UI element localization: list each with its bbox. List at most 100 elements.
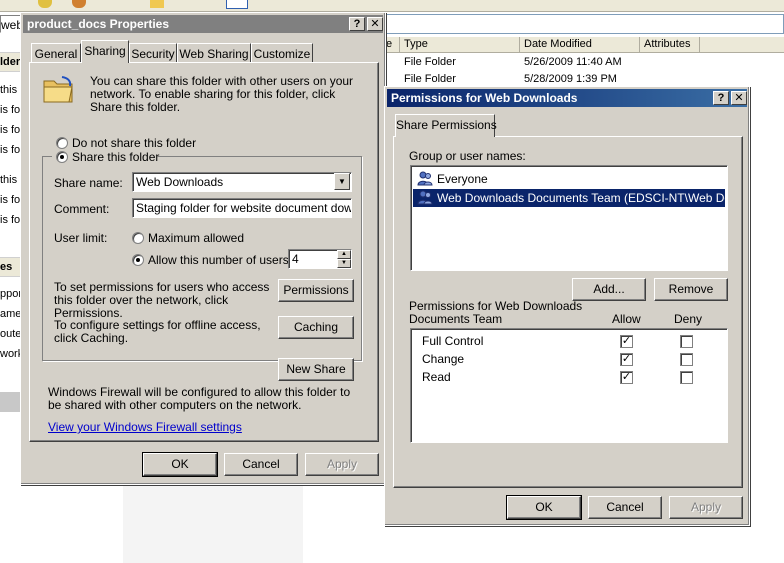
comment-field[interactable]: Staging folder for website document down… bbox=[132, 198, 352, 218]
address-bar[interactable] bbox=[382, 14, 784, 34]
ok-button[interactable]: OK bbox=[142, 452, 218, 477]
sidebar-item[interactable]: oute bbox=[0, 328, 22, 340]
maximum-allowed-radio[interactable] bbox=[132, 232, 144, 244]
user-name: Everyone bbox=[437, 172, 488, 186]
share-this-folder-label[interactable]: Share this folder bbox=[72, 150, 159, 164]
sidebar-gray-pane bbox=[0, 392, 22, 412]
permissions-title: Permissions for Web Downloads bbox=[391, 91, 578, 105]
permissions-for-label-2: Documents Team bbox=[409, 312, 503, 326]
sidebar-item[interactable]: amen bbox=[0, 308, 22, 320]
address-fragment[interactable]: web bbox=[0, 15, 22, 33]
permission-row: Read ✓ bbox=[411, 370, 727, 388]
explorer-toolbar bbox=[0, 0, 784, 12]
do-not-share-label[interactable]: Do not share this folder bbox=[72, 136, 196, 150]
folder-icon[interactable] bbox=[150, 0, 164, 8]
tab-sharing[interactable]: Sharing bbox=[81, 40, 129, 63]
column-headers: e Type Date Modified Attributes bbox=[386, 37, 784, 53]
deny-checkbox[interactable] bbox=[680, 335, 693, 348]
background-pane bbox=[123, 486, 303, 563]
properties-title: product_docs Properties bbox=[27, 17, 170, 31]
sidebar-item[interactable]: is fo bbox=[0, 214, 22, 226]
firewall-settings-link[interactable]: View your Windows Firewall settings bbox=[48, 420, 242, 434]
remove-button[interactable]: Remove bbox=[654, 278, 728, 301]
tab-customize[interactable]: Customize bbox=[251, 43, 313, 63]
apply-button[interactable]: Apply bbox=[669, 496, 743, 519]
user-list[interactable]: Everyone Web Downloads Documents Team (ED… bbox=[410, 165, 728, 271]
sidebar-item[interactable]: pport bbox=[0, 288, 22, 300]
user-list-items: Everyone Web Downloads Documents Team (ED… bbox=[413, 170, 725, 207]
properties-dialog: product_docs Properties ? ✕ General Shar… bbox=[20, 12, 386, 485]
permission-name: Change bbox=[422, 352, 465, 366]
tab-general[interactable]: General bbox=[31, 43, 81, 63]
allow-checkbox[interactable]: ✓ bbox=[620, 353, 633, 366]
share-name-label: Share name: bbox=[54, 176, 123, 190]
user-name: Web Downloads Documents Team (EDSCI-NT\W… bbox=[437, 191, 725, 205]
sharing-tab-panel: You can share this folder with other use… bbox=[29, 62, 379, 442]
toolbar-icon[interactable] bbox=[72, 0, 86, 8]
permissions-titlebar[interactable]: Permissions for Web Downloads bbox=[387, 89, 747, 107]
help-button[interactable]: ? bbox=[713, 91, 729, 105]
sidebar-heading: lder bbox=[0, 52, 22, 72]
share-name-dropdown[interactable]: Web Downloads bbox=[132, 172, 352, 192]
tab-share-permissions[interactable]: Share Permissions bbox=[395, 114, 497, 137]
add-button[interactable]: Add... bbox=[572, 278, 646, 301]
chevron-down-icon[interactable]: ▼ bbox=[334, 173, 350, 190]
ok-button[interactable]: OK bbox=[506, 495, 582, 520]
apply-button[interactable]: Apply bbox=[305, 453, 379, 476]
caching-text: To configure settings for offline access… bbox=[54, 318, 261, 345]
allow-column-header: Allow bbox=[612, 312, 641, 326]
allow-checkbox[interactable]: ✓ bbox=[620, 335, 633, 348]
permissions-for-label: Permissions for Web Downloads bbox=[409, 299, 583, 313]
column-header-attributes[interactable]: Attributes bbox=[640, 37, 700, 53]
permissions-text: To set permissions for users who access … bbox=[54, 280, 270, 320]
allow-users-radio[interactable] bbox=[132, 254, 144, 266]
sidebar-item[interactable]: this bbox=[0, 174, 22, 186]
views-icon[interactable] bbox=[226, 0, 248, 9]
close-button[interactable]: ✕ bbox=[731, 91, 747, 105]
cancel-button[interactable]: Cancel bbox=[588, 496, 662, 519]
cancel-button[interactable]: Cancel bbox=[224, 453, 298, 476]
group-label: Group or user names: bbox=[409, 149, 526, 163]
deny-checkbox[interactable] bbox=[680, 371, 693, 384]
column-header-name[interactable]: e bbox=[386, 37, 400, 53]
spin-up-icon[interactable]: ▲ bbox=[337, 250, 351, 259]
sidebar-item[interactable]: is fo bbox=[0, 144, 22, 156]
permissions-list: Full Control ✓ Change ✓ Read ✓ bbox=[410, 328, 728, 443]
help-button[interactable]: ? bbox=[349, 17, 365, 31]
permissions-button[interactable]: Permissions bbox=[278, 279, 354, 302]
user-list-item[interactable]: Web Downloads Documents Team (EDSCI-NT\W… bbox=[413, 189, 725, 207]
permission-row: Change ✓ bbox=[411, 352, 727, 370]
user-limit-label: User limit: bbox=[54, 231, 108, 245]
file-type[interactable]: File Folder bbox=[404, 73, 456, 85]
sidebar-item[interactable]: is fo bbox=[0, 104, 22, 116]
sidebar-item[interactable]: is fo bbox=[0, 124, 22, 136]
tab-security[interactable]: Security bbox=[129, 43, 177, 63]
properties-titlebar[interactable]: product_docs Properties bbox=[23, 15, 383, 33]
do-not-share-radio[interactable] bbox=[56, 137, 68, 149]
close-button[interactable]: ✕ bbox=[367, 17, 383, 31]
user-count-spinner[interactable]: ▲ ▼ bbox=[337, 250, 351, 268]
permission-rows: Full Control ✓ Change ✓ Read ✓ bbox=[411, 334, 727, 388]
column-header-type[interactable]: Type bbox=[400, 37, 520, 53]
share-this-folder-radio[interactable] bbox=[56, 151, 68, 163]
deny-column-header: Deny bbox=[674, 312, 703, 326]
share-permissions-panel: Group or user names: Everyone Web Downloa… bbox=[393, 136, 743, 488]
sidebar-heading: es bbox=[0, 257, 22, 277]
allow-checkbox[interactable]: ✓ bbox=[620, 371, 633, 384]
toolbar-icon[interactable] bbox=[38, 0, 52, 8]
file-date: 5/26/2009 11:40 AM bbox=[524, 56, 622, 68]
tab-web-sharing[interactable]: Web Sharing bbox=[177, 43, 251, 63]
sidebar-item[interactable]: this bbox=[0, 84, 22, 96]
sidebar-item[interactable]: is fo bbox=[0, 194, 22, 206]
column-header-date[interactable]: Date Modified bbox=[520, 37, 640, 53]
user-list-item[interactable]: Everyone bbox=[413, 170, 725, 188]
allow-users-label[interactable]: Allow this number of users: bbox=[148, 253, 292, 267]
new-share-button[interactable]: New Share bbox=[278, 358, 354, 381]
comment-label: Comment: bbox=[54, 202, 110, 216]
file-type[interactable]: File Folder bbox=[404, 56, 456, 68]
caching-button[interactable]: Caching bbox=[278, 316, 354, 339]
deny-checkbox[interactable] bbox=[680, 353, 693, 366]
maximum-allowed-label[interactable]: Maximum allowed bbox=[148, 231, 244, 245]
sidebar-item[interactable]: work bbox=[0, 348, 22, 360]
spin-down-icon[interactable]: ▼ bbox=[337, 259, 351, 268]
